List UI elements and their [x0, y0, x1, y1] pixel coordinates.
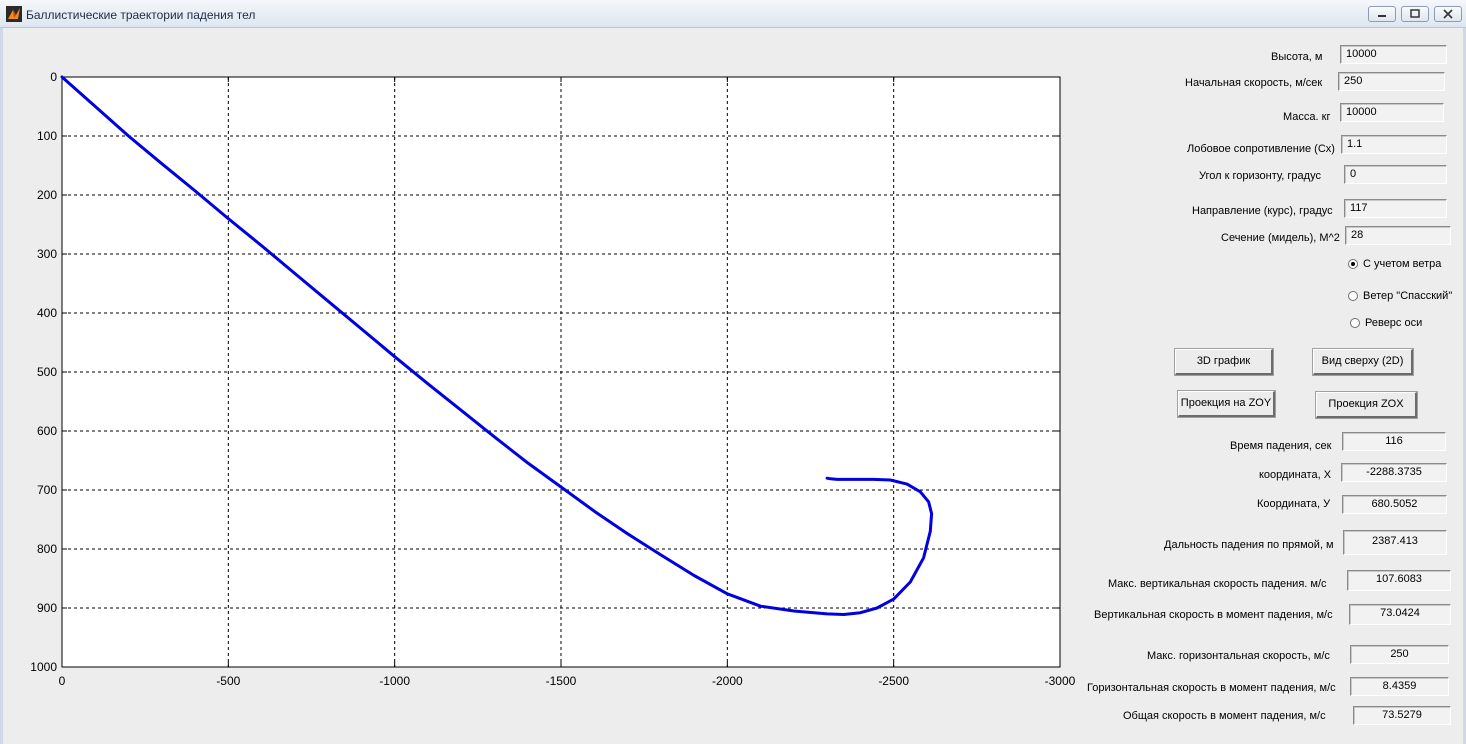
minimize-button[interactable]	[1368, 6, 1396, 22]
cross-section-input[interactable]: 28	[1345, 226, 1451, 245]
straight-range-output: 2387.413	[1343, 530, 1447, 555]
radio-with-wind[interactable]: С учетом ветра	[1348, 257, 1448, 273]
y-tick-label: 800	[37, 542, 57, 556]
plot-3d-button[interactable]: 3D график	[1174, 348, 1274, 376]
radio-reverse-axis-label: Реверс оси	[1365, 317, 1423, 329]
radio-selected-icon	[1348, 259, 1358, 269]
radio-with-wind-label: С учетом ветра	[1363, 258, 1442, 270]
max-horizontal-speed-label: Макс. горизонтальная скорость, м/с	[1147, 650, 1330, 662]
mass-input[interactable]: 10000	[1340, 103, 1444, 122]
y-tick-label: 0	[50, 70, 57, 84]
impact-total-speed-label: Общая скорость в момент падения, м/с	[1123, 710, 1326, 722]
angle-label: Угол к горизонту, градус	[1199, 170, 1321, 182]
projection-zoy-button[interactable]: Проекция на ZOY	[1177, 390, 1276, 418]
height-input[interactable]: 10000	[1340, 45, 1447, 64]
top-view-button[interactable]: Вид сверху (2D)	[1312, 348, 1414, 376]
x-tick-label: -1000	[379, 674, 410, 688]
mass-label: Масса. кг	[1283, 111, 1331, 123]
cross-section-label: Сечение (мидель), М^2	[1221, 232, 1340, 244]
impact-vertical-speed-label: Вертикальная скорость в момент падения, …	[1094, 609, 1333, 621]
max-vertical-speed-output: 107.6083	[1347, 570, 1451, 591]
radio-unselected-icon	[1350, 318, 1360, 328]
radio-spassky-wind[interactable]: Ветер "Спасский"	[1348, 289, 1458, 305]
y-tick-label: 400	[37, 306, 57, 320]
drag-coefficient-label: Лобовое сопротивление (Cx)	[1187, 143, 1335, 155]
straight-range-label: Дальность падения по прямой, м	[1164, 539, 1334, 551]
max-horizontal-speed-output: 250	[1350, 645, 1449, 664]
impact-horizontal-speed-output: 8.4359	[1350, 677, 1449, 696]
x-tick-label: -500	[216, 674, 240, 688]
fall-time-output: 116	[1342, 432, 1446, 451]
close-button[interactable]	[1434, 6, 1462, 22]
initial-speed-input[interactable]: 250	[1338, 72, 1445, 91]
coord-y-label: Координата, У	[1257, 498, 1331, 510]
radio-reverse-axis[interactable]: Реверс оси	[1350, 316, 1450, 332]
projection-zox-button[interactable]: Проекция ZOX	[1315, 391, 1418, 419]
heading-input[interactable]: 117	[1344, 199, 1447, 218]
impact-horizontal-speed-label: Горизонтальная скорость в момент падения…	[1087, 682, 1336, 694]
close-icon	[1443, 9, 1453, 19]
minimize-icon	[1378, 15, 1386, 17]
max-vertical-speed-label: Макс. вертикальная скорость падения. м/с	[1108, 578, 1327, 590]
x-tick-label: -1500	[546, 674, 577, 688]
coord-y-output: 680.5052	[1342, 495, 1447, 514]
radio-spassky-wind-label: Ветер "Спасский"	[1363, 290, 1453, 302]
restore-icon	[1410, 9, 1420, 18]
window-titlebar: Баллистические траектории падения тел	[0, 0, 1466, 28]
initial-speed-label: Начальная скорость, м/сек	[1185, 77, 1323, 89]
height-label: Высота, м	[1271, 51, 1323, 63]
y-tick-label: 500	[37, 365, 57, 379]
y-tick-label: 1000	[30, 660, 57, 674]
coord-x-label: координата, X	[1259, 469, 1332, 481]
x-tick-label: 0	[59, 674, 66, 688]
y-tick-label: 700	[37, 483, 57, 497]
matlab-app-icon	[6, 6, 22, 22]
window-title: Баллистические траектории падения тел	[26, 8, 256, 22]
radio-unselected-icon	[1348, 291, 1358, 301]
y-tick-label: 300	[37, 247, 57, 261]
y-tick-label: 600	[37, 424, 57, 438]
trajectory-plot: 0 -500 -1000 -1500 -2000 -2500 -3000 0 100 200 300…	[30, 70, 1075, 688]
x-tick-label: -3000	[1045, 674, 1075, 688]
coord-x-output: -2288.3735	[1341, 463, 1447, 482]
y-tick-label: 100	[37, 129, 57, 143]
x-tick-label: -2000	[712, 674, 743, 688]
angle-input[interactable]: 0	[1344, 165, 1447, 184]
maximize-button[interactable]	[1401, 6, 1429, 22]
impact-vertical-speed-output: 73.0424	[1349, 604, 1451, 625]
fall-time-label: Время падения, сек	[1230, 440, 1332, 452]
impact-total-speed-output: 73.5279	[1353, 706, 1451, 725]
heading-label: Направление (курс), градус	[1192, 205, 1333, 217]
drag-coefficient-input[interactable]: 1.1	[1341, 135, 1447, 154]
y-tick-label: 900	[37, 601, 57, 615]
x-tick-label: -2500	[878, 674, 909, 688]
y-tick-label: 200	[37, 188, 57, 202]
